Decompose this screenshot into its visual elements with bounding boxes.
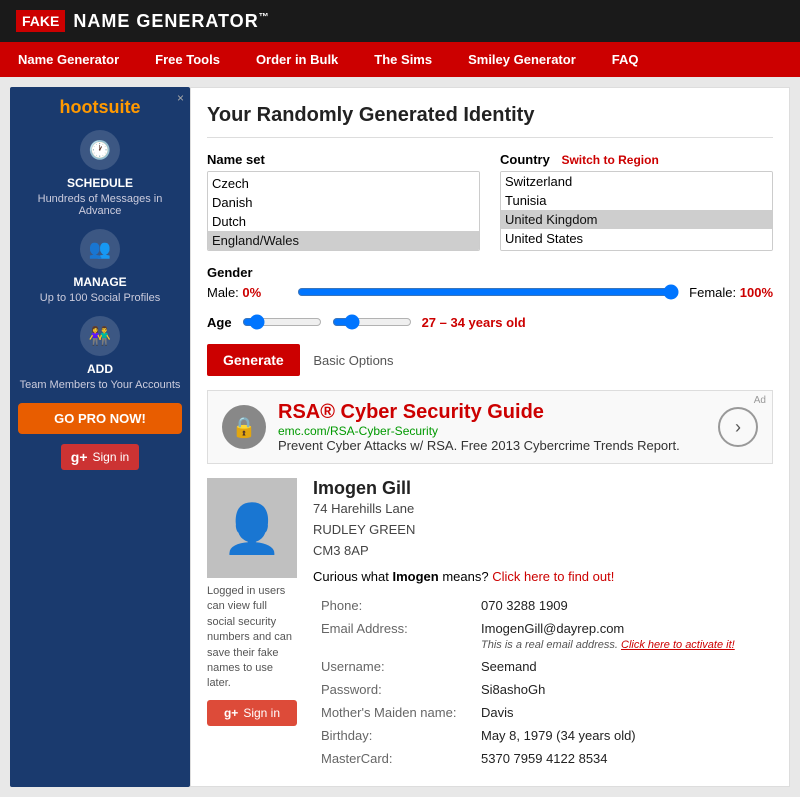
field-value: Seemand bbox=[473, 655, 773, 678]
age-max-slider[interactable] bbox=[332, 314, 412, 330]
sidebar-add: 👫 ADD Team Members to Your Accounts bbox=[18, 316, 182, 391]
gender-label: Gender bbox=[207, 265, 773, 280]
avatar-caption: Logged in users can view full social sec… bbox=[207, 584, 297, 692]
name-set-group: Name set Croatian Czech Danish Dutch Eng… bbox=[207, 152, 480, 251]
go-pro-button[interactable]: GO PRO NOW! bbox=[18, 403, 182, 434]
activate-email-link[interactable]: Click here to activate it! bbox=[621, 639, 735, 651]
site-header: FAKE NAME GENERATOR™ bbox=[0, 0, 800, 42]
sidebar-manage: 👥 MANAGE Up to 100 Social Profiles bbox=[18, 229, 182, 304]
ad-banner[interactable]: Ad 🔒 RSA® Cyber Security Guide emc.com/R… bbox=[207, 390, 773, 464]
identity-address: 74 Harehills Lane RUDLEY GREEN CM3 8AP bbox=[313, 499, 773, 561]
site-title: NAME GENERATOR™ bbox=[73, 11, 269, 32]
switch-to-region-link[interactable]: Switch to Region bbox=[561, 153, 658, 167]
avatar: 👤 bbox=[207, 478, 297, 578]
nav-the-sims[interactable]: The Sims bbox=[356, 42, 450, 77]
sidebar-schedule: 🕐 SCHEDULE Hundreds of Messages in Advan… bbox=[18, 130, 182, 217]
curious-link[interactable]: Click here to find out! bbox=[492, 569, 614, 584]
male-pct: 0% bbox=[242, 285, 261, 300]
nav-faq[interactable]: FAQ bbox=[594, 42, 657, 77]
info-table: Phone: 070 3288 1909 Email Address: Imog… bbox=[313, 594, 773, 770]
generate-button[interactable]: Generate bbox=[207, 344, 300, 376]
curious-line: Curious what Imogen means? Click here to… bbox=[313, 569, 773, 584]
nav-order-bulk[interactable]: Order in Bulk bbox=[238, 42, 356, 77]
fake-badge: FAKE bbox=[16, 10, 65, 32]
table-row: Password: Si8ashoGh bbox=[313, 678, 773, 701]
gplus-signin[interactable]: g+ Sign in bbox=[61, 444, 139, 470]
country-select[interactable]: Switzerland Tunisia United Kingdom Unite… bbox=[500, 171, 773, 251]
signin-button[interactable]: g+ Sign in bbox=[207, 700, 297, 726]
avatar-box: 👤 Logged in users can view full social s… bbox=[207, 478, 297, 770]
field-value: May 8, 1979 (34 years old) bbox=[473, 724, 773, 747]
field-label: Mother's Maiden name: bbox=[313, 701, 473, 724]
table-row: Mother's Maiden name: Davis bbox=[313, 701, 773, 724]
age-min-slider[interactable] bbox=[242, 314, 322, 330]
field-label: Phone: bbox=[313, 594, 473, 617]
add-icon: 👫 bbox=[80, 316, 120, 356]
age-display: 27 – 34 years old bbox=[422, 315, 526, 330]
gender-slider[interactable] bbox=[297, 284, 679, 300]
age-label: Age bbox=[207, 315, 232, 330]
gplus-icon: g+ bbox=[71, 449, 88, 465]
age-row: Age 27 – 34 years old bbox=[207, 314, 773, 330]
ad-description: Prevent Cyber Attacks w/ RSA. Free 2013 … bbox=[278, 438, 680, 453]
country-group: Country Switch to Region Switzerland Tun… bbox=[500, 152, 773, 251]
table-row: Email Address: ImogenGill@dayrep.com Thi… bbox=[313, 617, 773, 655]
identity-name: Imogen Gill bbox=[313, 478, 773, 499]
ad-label: Ad bbox=[754, 395, 766, 406]
schedule-desc: Hundreds of Messages in Advance bbox=[18, 193, 182, 217]
nav-free-tools[interactable]: Free Tools bbox=[137, 42, 238, 77]
schedule-icon: 🕐 bbox=[80, 130, 120, 170]
identity-details: Imogen Gill 74 Harehills Lane RUDLEY GRE… bbox=[313, 478, 773, 770]
gplus-icon: g+ bbox=[224, 706, 238, 720]
email-note: This is a real email address. Click here… bbox=[481, 639, 735, 651]
field-value: 5370 7959 4122 8534 bbox=[473, 747, 773, 770]
gender-row: Gender Male: 0% Female: 100% bbox=[207, 265, 773, 300]
main-nav: Name Generator Free Tools Order in Bulk … bbox=[0, 42, 800, 77]
nav-name-generator[interactable]: Name Generator bbox=[0, 42, 137, 77]
field-label: Password: bbox=[313, 678, 473, 701]
male-label: Male: 0% bbox=[207, 285, 287, 300]
field-value: Si8ashoGh bbox=[473, 678, 773, 701]
country-label: Country Switch to Region bbox=[500, 152, 773, 167]
close-icon[interactable]: × bbox=[177, 91, 184, 105]
field-label: Email Address: bbox=[313, 617, 473, 655]
female-label: Female: 100% bbox=[689, 285, 773, 300]
ad-arrow-icon[interactable]: › bbox=[718, 407, 758, 447]
page-title: Your Randomly Generated Identity bbox=[207, 104, 773, 138]
content-area: Your Randomly Generated Identity Name se… bbox=[190, 87, 790, 787]
table-row: Username: Seemand bbox=[313, 655, 773, 678]
manage-desc: Up to 100 Social Profiles bbox=[18, 292, 182, 304]
hootsuite-logo: hoothootsuitesuite bbox=[18, 97, 182, 118]
field-value: 070 3288 1909 bbox=[473, 594, 773, 617]
table-row: Phone: 070 3288 1909 bbox=[313, 594, 773, 617]
ad-content: RSA® Cyber Security Guide emc.com/RSA-Cy… bbox=[278, 401, 680, 453]
schedule-label: SCHEDULE bbox=[18, 176, 182, 190]
ad-shield-icon: 🔒 bbox=[222, 405, 266, 449]
field-label: MasterCard: bbox=[313, 747, 473, 770]
field-value: ImogenGill@dayrep.com This is a real ema… bbox=[473, 617, 773, 655]
name-set-label: Name set bbox=[207, 152, 480, 167]
field-label: Birthday: bbox=[313, 724, 473, 747]
generate-row: Generate Basic Options bbox=[207, 344, 773, 376]
table-row: Birthday: May 8, 1979 (34 years old) bbox=[313, 724, 773, 747]
manage-label: MANAGE bbox=[18, 275, 182, 289]
main-layout: × hoothootsuitesuite 🕐 SCHEDULE Hundreds… bbox=[0, 77, 800, 797]
field-value: Davis bbox=[473, 701, 773, 724]
table-row: MasterCard: 5370 7959 4122 8534 bbox=[313, 747, 773, 770]
female-pct: 100% bbox=[740, 285, 773, 300]
add-desc: Team Members to Your Accounts bbox=[18, 379, 182, 391]
name-set-select[interactable]: Croatian Czech Danish Dutch England/Wale… bbox=[207, 171, 480, 251]
gender-slider-container: Male: 0% Female: 100% bbox=[207, 284, 773, 300]
basic-options-button[interactable]: Basic Options bbox=[313, 353, 393, 368]
ad-title: RSA® Cyber Security Guide bbox=[278, 401, 680, 424]
field-label: Username: bbox=[313, 655, 473, 678]
identity-section: 👤 Logged in users can view full social s… bbox=[207, 478, 773, 770]
sidebar-ad: × hoothootsuitesuite 🕐 SCHEDULE Hundreds… bbox=[10, 87, 190, 787]
form-top-row: Name set Croatian Czech Danish Dutch Eng… bbox=[207, 152, 773, 251]
manage-icon: 👥 bbox=[80, 229, 120, 269]
ad-url: emc.com/RSA-Cyber-Security bbox=[278, 424, 680, 438]
nav-smiley[interactable]: Smiley Generator bbox=[450, 42, 594, 77]
add-label: ADD bbox=[18, 362, 182, 376]
